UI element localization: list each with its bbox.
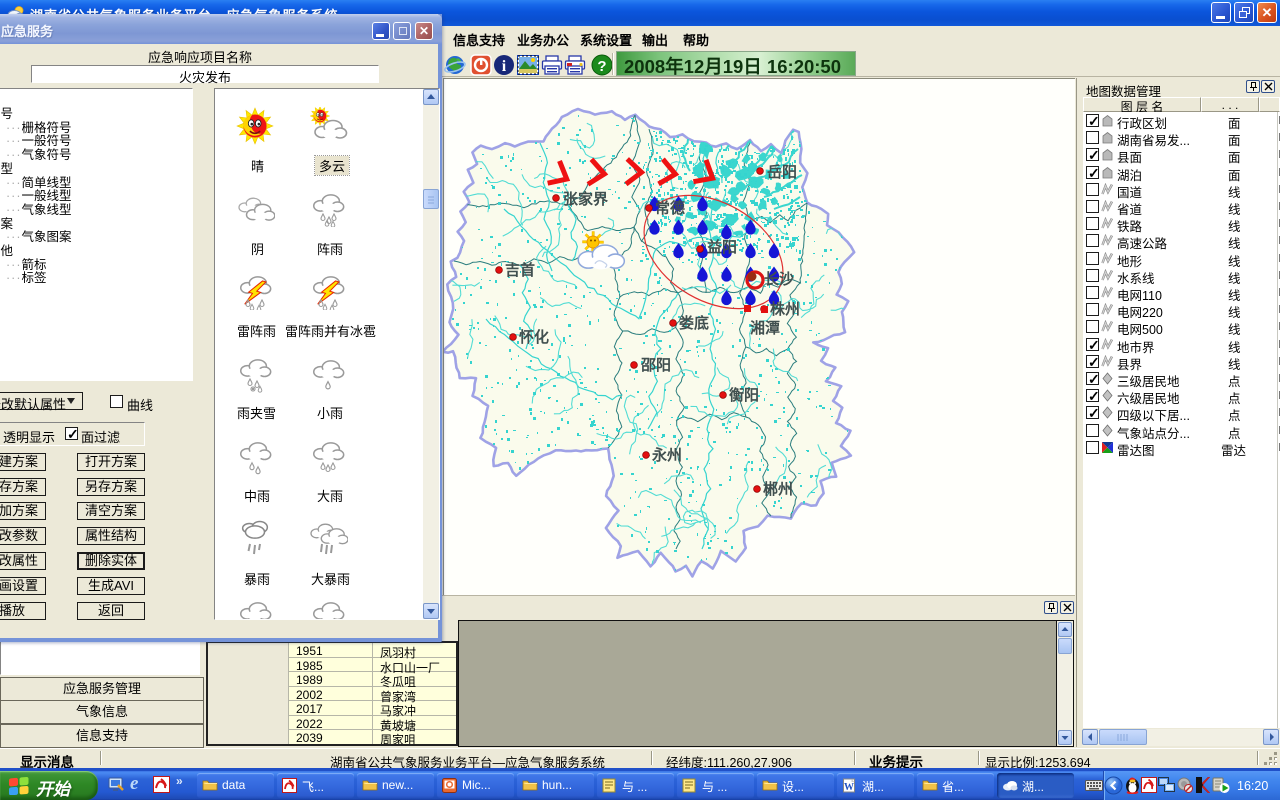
svg-text:长沙: 长沙 <box>764 270 794 288</box>
svg-text:吉首: 吉首 <box>505 261 535 279</box>
svg-text:郴州: 郴州 <box>763 480 793 498</box>
svg-text:永州: 永州 <box>651 446 682 464</box>
svg-text:i: i <box>502 58 507 75</box>
svg-text:娄底: 娄底 <box>679 314 709 332</box>
svg-text:益阳: 益阳 <box>707 238 737 256</box>
svg-text:衡阳: 衡阳 <box>729 386 759 404</box>
svg-text:怀化: 怀化 <box>519 328 549 346</box>
svg-text:W: W <box>844 782 854 793</box>
svg-text:张家界: 张家界 <box>563 190 608 208</box>
svg-text:株州: 株州 <box>770 300 800 318</box>
svg-text:?: ? <box>597 58 606 75</box>
svg-text:湘潭: 湘潭 <box>750 319 780 337</box>
svg-text:岳阳: 岳阳 <box>767 163 797 181</box>
svg-text:常德: 常德 <box>655 199 685 217</box>
svg-text:邵阳: 邵阳 <box>640 357 671 374</box>
